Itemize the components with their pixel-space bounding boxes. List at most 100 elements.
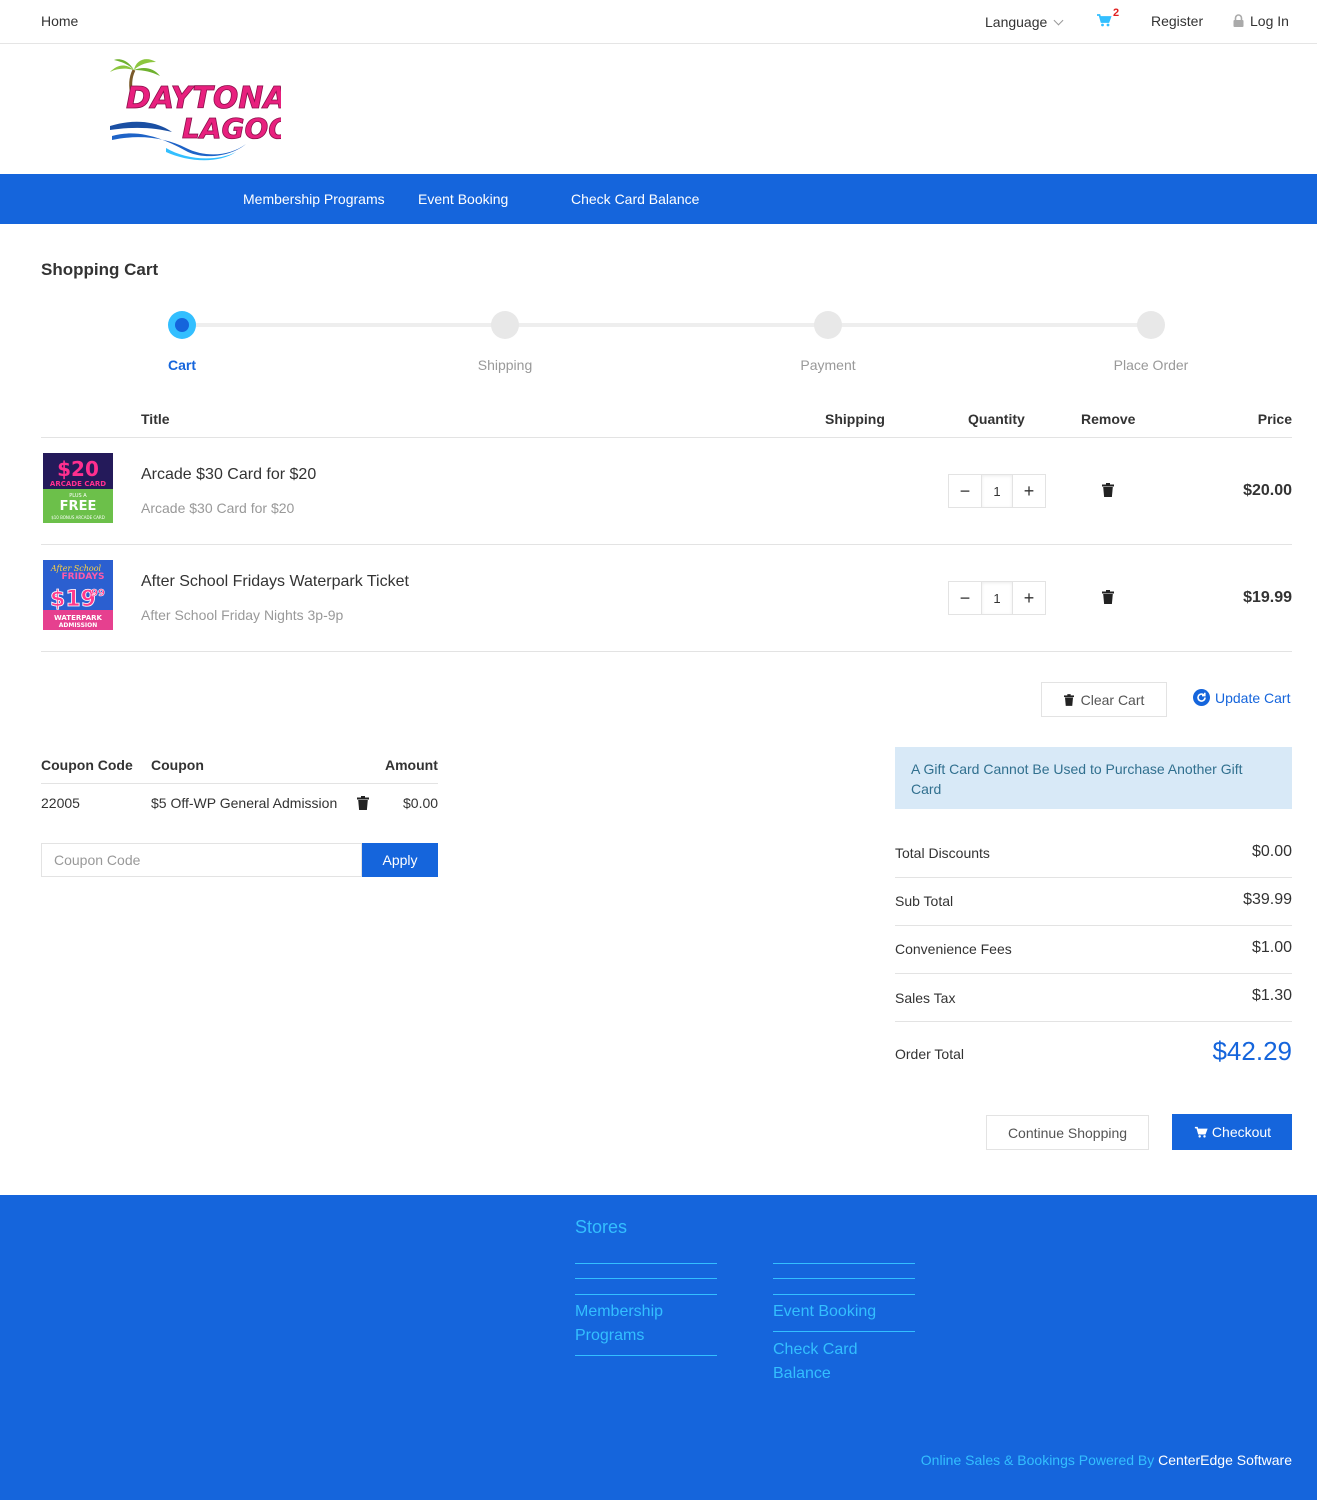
divider: [895, 877, 1292, 878]
step-dot-cart: [168, 311, 196, 339]
quantity-input[interactable]: 1: [981, 475, 1013, 507]
update-cart-label: Update Cart: [1215, 689, 1291, 706]
footer-divider: [773, 1263, 915, 1264]
cart-count-badge: 2: [1113, 7, 1120, 19]
home-link[interactable]: Home: [41, 13, 78, 29]
item-price: $19.99: [1243, 589, 1292, 606]
total-discounts-label: Total Discounts: [895, 845, 990, 861]
sales-tax-value: $1.30: [1251, 987, 1292, 1004]
footer-divider: [575, 1263, 717, 1264]
header-title: Title: [141, 411, 170, 427]
centeredge-link[interactable]: CenterEdge Software: [1158, 1452, 1292, 1468]
register-link[interactable]: Register: [1151, 13, 1203, 29]
svg-text:$19: $19: [50, 587, 96, 612]
order-total-label: Order Total: [895, 1046, 964, 1062]
page-title: Shopping Cart: [41, 260, 159, 279]
powered-by: Online Sales & Bookings Powered By Cente…: [921, 1452, 1292, 1468]
quantity-input[interactable]: 1: [981, 582, 1013, 614]
nav-event-booking[interactable]: Event Booking: [418, 191, 508, 207]
coupon-code-input[interactable]: [41, 843, 362, 877]
chevron-down-icon: [1053, 15, 1064, 26]
divider: [895, 1021, 1292, 1022]
coupon-header-amount: Amount: [385, 757, 438, 773]
header-shipping: Shipping: [825, 411, 885, 427]
decrease-quantity-button[interactable]: −: [949, 582, 981, 614]
svg-text:$20: $20: [57, 457, 99, 481]
item-subtitle: Arcade $30 Card for $20: [141, 500, 295, 516]
language-label: Language: [985, 14, 1048, 30]
header-price: Price: [1257, 411, 1292, 427]
divider: [41, 783, 438, 784]
clear-cart-button[interactable]: Clear Cart: [1041, 682, 1167, 717]
item-price: $20.00: [1243, 482, 1292, 499]
order-total-value: $42.29: [1212, 1036, 1292, 1066]
nav-membership-programs[interactable]: Membership Programs: [243, 191, 385, 207]
header-quantity: Quantity: [968, 411, 1025, 427]
checkout-button[interactable]: Checkout: [1172, 1114, 1292, 1150]
svg-text:FREE: FREE: [60, 499, 97, 514]
increase-quantity-button[interactable]: +: [1013, 475, 1045, 507]
login-link[interactable]: Log In: [1233, 13, 1289, 29]
footer-link-event-booking[interactable]: Event Booking: [773, 1300, 915, 1324]
trash-icon[interactable]: [1102, 483, 1114, 497]
divider: [41, 544, 1292, 545]
sales-tax-label: Sales Tax: [895, 990, 956, 1006]
svg-text:LAGOON: LAGOON: [182, 112, 281, 145]
footer-divider: [773, 1278, 915, 1279]
header-remove: Remove: [1081, 411, 1136, 427]
divider: [41, 437, 1292, 438]
language-dropdown[interactable]: Language: [985, 14, 1064, 30]
shopping-cart-icon: [1194, 1126, 1208, 1138]
item-title[interactable]: After School Fridays Waterpark Ticket: [141, 573, 409, 591]
nav-check-card-balance[interactable]: Check Card Balance: [571, 191, 699, 207]
step-dot-payment: [814, 311, 842, 339]
trash-icon: [1063, 693, 1074, 706]
update-cart-button[interactable]: Update Cart: [1193, 689, 1290, 706]
step-dot-shipping: [491, 311, 519, 339]
cart-link[interactable]: 2: [1096, 7, 1122, 32]
top-bar: Home Language 2 Register Log In: [0, 0, 1317, 44]
svg-text:DAYTONA: DAYTONA: [126, 81, 281, 116]
step-label-place-order: Place Order: [1113, 357, 1189, 373]
step-dot-place-order: [1137, 311, 1165, 339]
trash-icon[interactable]: [1102, 590, 1114, 604]
continue-shopping-button[interactable]: Continue Shopping: [986, 1115, 1149, 1150]
footer-divider: [575, 1278, 717, 1279]
svg-text:$10 BONUS ARCADE CARD: $10 BONUS ARCADE CARD: [51, 515, 105, 520]
decrease-quantity-button[interactable]: −: [949, 475, 981, 507]
footer: Stores Membership Programs Event Booking…: [0, 1195, 1317, 1500]
item-subtitle: After School Friday Nights 3p-9p: [141, 607, 344, 623]
shopping-cart-icon: [1097, 14, 1112, 27]
quantity-stepper: − 1 +: [948, 581, 1046, 615]
footer-stores-heading: Stores: [575, 1217, 628, 1237]
total-discounts-value: $0.00: [1251, 843, 1292, 860]
step-label-shipping: Shipping: [477, 357, 533, 373]
increase-quantity-button[interactable]: +: [1013, 582, 1045, 614]
step-label-cart: Cart: [167, 357, 196, 373]
divider: [895, 973, 1292, 974]
powered-by-text: Online Sales & Bookings Powered By: [920, 1452, 1155, 1468]
main-nav: Membership Programs Event Booking Check …: [0, 174, 1317, 224]
gift-card-alert: A Gift Card Cannot Be Used to Purchase A…: [895, 747, 1292, 809]
footer-link-check-card-balance[interactable]: Check Card Balance: [773, 1338, 893, 1386]
footer-divider: [773, 1331, 915, 1332]
quantity-stepper: − 1 +: [948, 474, 1046, 508]
svg-text:99: 99: [91, 588, 105, 599]
footer-link-membership-programs[interactable]: Membership Programs: [575, 1300, 717, 1348]
remove-coupon-icon[interactable]: [357, 796, 369, 810]
coupon-name: $5 Off-WP General Admission: [151, 795, 338, 811]
daytona-lagoon-logo[interactable]: DAYTONA LAGOON: [106, 56, 281, 162]
item-title[interactable]: Arcade $30 Card for $20: [141, 466, 316, 484]
coupon-header-coupon: Coupon: [151, 757, 204, 773]
apply-coupon-button[interactable]: Apply: [362, 843, 438, 877]
login-label: Log In: [1250, 13, 1289, 29]
svg-text:ADMISSION: ADMISSION: [59, 622, 98, 629]
coupon-header-code: Coupon Code: [41, 757, 133, 773]
step-label-payment: Payment: [800, 357, 856, 373]
divider: [41, 651, 1292, 652]
coupon-code-value: 22005: [41, 795, 80, 811]
divider: [895, 925, 1292, 926]
footer-divider: [575, 1294, 717, 1295]
convenience-fees-label: Convenience Fees: [895, 941, 1012, 957]
stepper-track: [182, 323, 1152, 327]
